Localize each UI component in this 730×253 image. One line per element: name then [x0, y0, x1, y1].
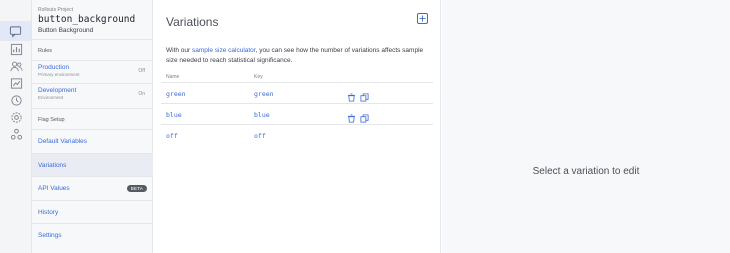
variation-key: off — [254, 132, 266, 140]
env-name: Production — [38, 64, 70, 71]
env-development[interactable]: Development Environment On — [32, 84, 153, 106]
divider — [32, 39, 153, 40]
nav-api-values[interactable]: API Values BETA — [32, 176, 153, 199]
trash-icon[interactable] — [347, 89, 356, 102]
trash-icon[interactable] — [347, 110, 356, 123]
intro-prefix: With our — [166, 47, 193, 54]
nav-history[interactable]: History — [32, 200, 153, 223]
intro-text: With our sample size calculator, you can… — [166, 46, 428, 66]
settings-icon[interactable] — [6, 109, 26, 125]
analytics-icon[interactable] — [6, 41, 26, 57]
users-icon[interactable] — [6, 58, 26, 74]
variation-name: blue — [166, 111, 182, 119]
column-header-name: Name — [166, 74, 180, 80]
flag-sidebar: Rollouts Project button_background Butto… — [32, 0, 153, 253]
empty-state-text: Select a variation to edit — [532, 166, 640, 177]
variation-editor-pane: Select a variation to edit — [442, 0, 730, 253]
variation-name: off — [166, 132, 178, 140]
flag-setup-label: Flag Setup — [38, 117, 65, 123]
integrations-icon[interactable] — [6, 126, 26, 142]
nav-variations[interactable]: Variations — [32, 153, 153, 176]
column-header-key: Key — [254, 74, 263, 80]
env-production[interactable]: Production Primary environment Off — [32, 61, 153, 83]
sample-size-calculator-link[interactable]: sample size calculator — [192, 47, 256, 54]
history-icon[interactable] — [6, 92, 26, 108]
env-name: Development — [38, 87, 77, 94]
nav-label: Default Variables — [38, 138, 88, 145]
variations-panel: Variations With our sample size calculat… — [153, 0, 441, 253]
divider — [32, 108, 153, 109]
beta-badge: BETA — [126, 185, 147, 192]
plus-icon — [419, 15, 426, 22]
icon-rail — [0, 0, 32, 253]
nav-label: Variations — [38, 162, 67, 169]
project-name: Rollouts Project — [38, 7, 74, 13]
variation-key: green — [254, 90, 274, 98]
nav-default-variables[interactable]: Default Variables — [32, 129, 153, 152]
env-subtitle: Primary environment — [38, 72, 80, 77]
copy-icon[interactable] — [360, 89, 369, 102]
nav-settings[interactable]: Settings — [32, 223, 153, 246]
nav-label: Settings — [38, 232, 62, 239]
variation-key: blue — [254, 111, 270, 119]
copy-icon[interactable] — [360, 110, 369, 123]
page-title: Variations — [166, 15, 219, 29]
flag-name: Button Background — [38, 27, 94, 34]
variation-row[interactable]: off off — [161, 124, 433, 145]
nav-label: History — [38, 209, 59, 216]
env-subtitle: Environment — [38, 95, 64, 100]
add-variation-button[interactable] — [417, 13, 428, 24]
flag-key: button_background — [38, 14, 136, 25]
rules-label: Rules — [38, 48, 53, 54]
variation-row[interactable]: blue blue — [161, 103, 433, 124]
flags-icon[interactable] — [0, 21, 31, 41]
env-state: On — [138, 91, 145, 97]
env-state: Off — [138, 68, 145, 74]
variation-row[interactable]: green green — [161, 82, 433, 103]
variation-name: green — [166, 90, 186, 98]
experiments-icon[interactable] — [6, 75, 26, 91]
nav-label: API Values — [38, 185, 70, 192]
